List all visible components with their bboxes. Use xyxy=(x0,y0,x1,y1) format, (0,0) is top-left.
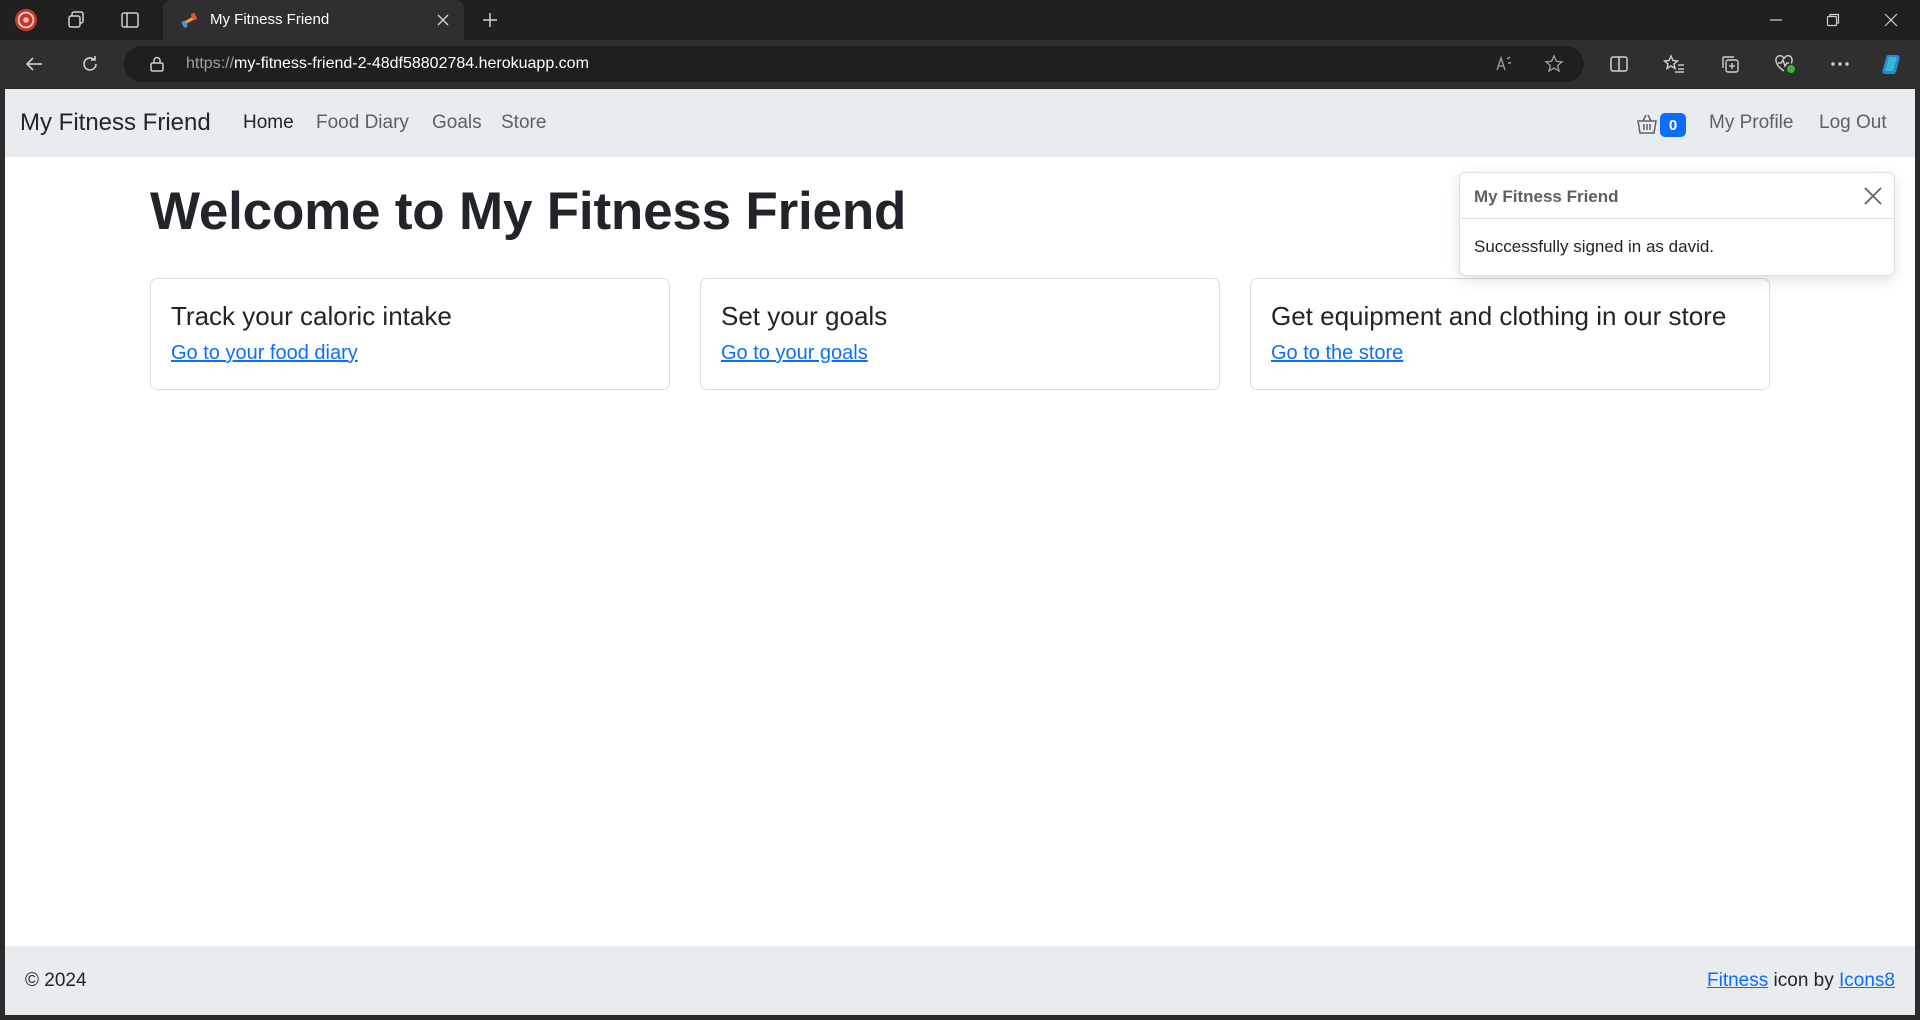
lock-icon[interactable] xyxy=(148,55,166,73)
url-scheme: https:// xyxy=(186,55,235,72)
copilot-icon[interactable] xyxy=(1880,52,1904,76)
toast-title: My Fitness Friend xyxy=(1474,187,1619,206)
close-icon[interactable] xyxy=(1862,185,1884,207)
collections-icon[interactable] xyxy=(1718,52,1742,76)
toast-message: Successfully signed in as david. xyxy=(1474,237,1715,256)
fitness-icon-link[interactable]: Fitness xyxy=(1707,970,1768,991)
close-window-icon[interactable] xyxy=(1879,8,1903,32)
star-icon[interactable] xyxy=(1542,52,1566,76)
read-aloud-icon[interactable] xyxy=(1492,52,1516,76)
log-out-link[interactable]: Log Out xyxy=(1819,112,1887,134)
split-screen-icon[interactable] xyxy=(1607,52,1631,76)
restore-icon[interactable] xyxy=(1821,8,1845,32)
toast-header: My Fitness Friend xyxy=(1460,173,1894,219)
close-icon[interactable] xyxy=(433,10,453,30)
site-footer: © 2024 Fitness icon by Icons8 xyxy=(5,946,1915,1015)
heart-pulse-icon[interactable] xyxy=(1773,52,1797,76)
card-title: Track your caloric intake xyxy=(171,301,452,331)
card-title: Set your goals xyxy=(721,301,888,331)
nav-link-store[interactable]: Store xyxy=(501,112,546,134)
nav-link-food-diary[interactable]: Food Diary xyxy=(316,112,409,134)
card-title: Get equipment and clothing in our store xyxy=(1271,301,1727,331)
cart-count-badge[interactable]: 0 xyxy=(1660,113,1686,137)
address-bar[interactable]: https://my-fitness-friend-2-48df58802784… xyxy=(124,46,1584,82)
plus-icon[interactable] xyxy=(478,8,502,32)
page-viewport: My Fitness Friend Home Food Diary Goals … xyxy=(5,89,1915,1015)
food-diary-link[interactable]: Go to your food diary xyxy=(171,342,358,365)
icons8-link[interactable]: Icons8 xyxy=(1839,970,1895,991)
icon-credit: Fitness icon by Icons8 xyxy=(1707,970,1895,992)
card-food-diary: Track your caloric intake Go to your foo… xyxy=(150,278,670,390)
site-navbar: My Fitness Friend Home Food Diary Goals … xyxy=(5,89,1915,157)
workspaces-icon[interactable] xyxy=(64,8,88,32)
nav-link-goals[interactable]: Goals xyxy=(432,112,482,134)
minimize-icon[interactable] xyxy=(1764,8,1788,32)
signin-toast: My Fitness Friend Successfully signed in… xyxy=(1459,172,1895,276)
my-profile-link[interactable]: My Profile xyxy=(1709,112,1793,134)
page-title: Welcome to My Fitness Friend xyxy=(150,182,907,241)
back-arrow-icon[interactable] xyxy=(22,52,46,76)
tab-title: My Fitness Friend xyxy=(210,11,330,28)
goals-link[interactable]: Go to your goals xyxy=(721,342,868,365)
dumbbell-favicon-icon xyxy=(179,10,199,30)
refresh-icon[interactable] xyxy=(78,52,102,76)
browser-tab-active[interactable]: My Fitness Friend xyxy=(163,0,464,40)
browser-titlebar: My Fitness Friend xyxy=(0,0,1920,40)
tab-actions-icon[interactable] xyxy=(118,8,142,32)
copyright-text: © 2024 xyxy=(25,970,87,991)
favorites-icon[interactable] xyxy=(1662,52,1686,76)
url-text[interactable]: https://my-fitness-friend-2-48df58802784… xyxy=(186,55,589,73)
window-border xyxy=(1915,88,1920,1020)
card-store: Get equipment and clothing in our store … xyxy=(1250,278,1770,390)
card-goals: Set your goals Go to your goals xyxy=(700,278,1220,390)
credit-text: icon by xyxy=(1768,970,1840,991)
basket-icon[interactable] xyxy=(1635,113,1659,135)
nav-link-home[interactable]: Home xyxy=(243,112,294,134)
more-icon[interactable] xyxy=(1828,52,1852,76)
browser-toolbar: https://my-fitness-friend-2-48df58802784… xyxy=(0,40,1920,88)
url-host: my-fitness-friend-2-48df58802784.herokua… xyxy=(234,55,589,72)
store-link[interactable]: Go to the store xyxy=(1271,342,1403,365)
navbar-brand[interactable]: My Fitness Friend xyxy=(20,109,211,137)
browser-profile-icon[interactable] xyxy=(14,8,38,32)
